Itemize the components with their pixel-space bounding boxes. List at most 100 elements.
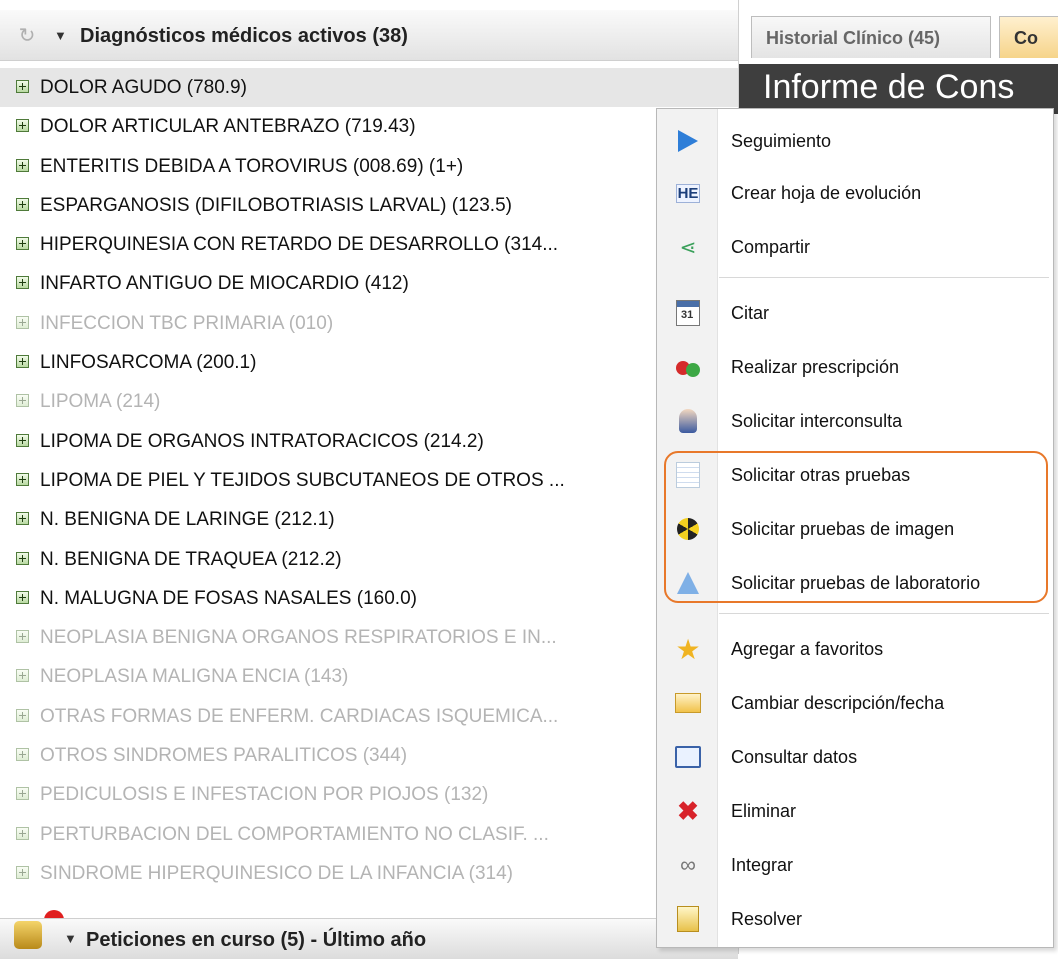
diagnosis-row[interactable]: ESPARGANOSIS (DIFILOBOTRIASIS LARVAL) (1… bbox=[0, 186, 738, 225]
menu-item-consultar-datos[interactable]: Consultar datos bbox=[657, 731, 1053, 783]
menu-item-label: Compartir bbox=[731, 237, 811, 257]
diagnosis-label: LIPOMA DE PIEL Y TEJIDOS SUBCUTANEOS DE … bbox=[40, 469, 565, 491]
diagnosis-label: N. BENIGNA DE TRAQUEA (212.2) bbox=[40, 548, 342, 570]
menu-item-citar[interactable]: Citar bbox=[657, 287, 1053, 339]
diagnosis-label: ESPARGANOSIS (DIFILOBOTRIASIS LARVAL) (1… bbox=[40, 194, 512, 216]
diagnosis-label: ENTERITIS DEBIDA A TOROVIRUS (008.69) (1… bbox=[40, 155, 464, 177]
expand-plus-icon[interactable] bbox=[16, 787, 29, 801]
diagnosis-row[interactable]: LINFOSARCOMA (200.1) bbox=[0, 343, 738, 382]
expand-plus-icon[interactable] bbox=[16, 355, 29, 369]
document-title-bar: Informe de Cons bbox=[739, 64, 1058, 114]
diagnosis-label: NEOPLASIA MALIGNA ENCIA (143) bbox=[40, 666, 349, 688]
diagnosis-row[interactable]: NEOPLASIA BENIGNA ORGANOS RESPIRATORIOS … bbox=[0, 618, 738, 657]
diagnosis-row[interactable]: NEOPLASIA MALIGNA ENCIA (143) bbox=[0, 657, 738, 696]
diagnosis-label: LIPOMA DE ORGANOS INTRATORACICOS (214.2) bbox=[40, 430, 484, 452]
diagnosis-row[interactable]: PEDICULOSIS E INFESTACION POR PIOJOS (13… bbox=[0, 775, 738, 814]
diagnosis-label: DOLOR AGUDO (780.9) bbox=[40, 77, 247, 98]
expand-plus-icon[interactable] bbox=[16, 433, 29, 447]
diagnosis-row[interactable]: ENTERITIS DEBIDA A TOROVIRUS (008.69) (1… bbox=[0, 147, 738, 186]
menu-item-compartir[interactable]: ⋖ Compartir bbox=[657, 221, 1053, 273]
menu-item-resolver[interactable]: Resolver bbox=[657, 893, 1053, 945]
expand-plus-icon[interactable] bbox=[16, 80, 29, 93]
expand-plus-icon[interactable] bbox=[16, 748, 29, 762]
menu-item-label: Cambiar descripción/fecha bbox=[731, 693, 945, 713]
expand-plus-icon[interactable] bbox=[16, 590, 29, 604]
refresh-icon[interactable]: ↻ bbox=[14, 23, 40, 49]
panel-title: Peticiones en curso (5) - Último año bbox=[86, 929, 427, 951]
menu-item-seguimiento[interactable]: Seguimiento bbox=[657, 115, 1053, 167]
menu-item-eliminar[interactable]: ✖ Eliminar bbox=[657, 785, 1053, 837]
diagnosis-row[interactable]: LIPOMA DE ORGANOS INTRATORACICOS (214.2) bbox=[0, 422, 738, 461]
menu-item-solicitar-interconsulta[interactable]: Solicitar interconsulta bbox=[657, 395, 1053, 447]
expand-plus-icon[interactable] bbox=[16, 197, 29, 211]
menu-item-integrar[interactable]: ∞ Integrar bbox=[657, 839, 1053, 891]
diagnosis-row[interactable]: N. BENIGNA DE TRAQUEA (212.2) bbox=[0, 540, 738, 579]
diagnoses-panel-header[interactable]: ↻ ▼ Diagnósticos médicos activos (38) bbox=[0, 10, 738, 61]
diagnosis-row[interactable]: OTROS SINDROMES PARALITICOS (344) bbox=[0, 736, 738, 775]
menu-item-realizar-prescripción[interactable]: Realizar prescripción bbox=[657, 341, 1053, 393]
expand-plus-icon[interactable] bbox=[16, 512, 29, 526]
expand-plus-icon[interactable] bbox=[16, 276, 29, 290]
menu-item-label: Crear hoja de evolución bbox=[731, 183, 922, 203]
diagnosis-row[interactable]: LIPOMA (214) bbox=[0, 382, 738, 421]
collapse-caret-icon[interactable]: ▼ bbox=[64, 931, 77, 946]
diagnosis-row[interactable]: INFECCION TBC PRIMARIA (010) bbox=[0, 304, 738, 343]
menu-item-agregar-a-favoritos[interactable]: ★ Agregar a favoritos bbox=[657, 623, 1053, 675]
diagnosis-label: HIPERQUINESIA CON RETARDO DE DESARROLLO … bbox=[40, 234, 559, 256]
menu-item-label: Consultar datos bbox=[731, 747, 858, 767]
tab-historial-clinico[interactable]: Historial Clínico (45) bbox=[751, 16, 991, 58]
expand-plus-icon[interactable] bbox=[16, 669, 29, 683]
diagnoses-panel: ↻ ▼ Diagnósticos médicos activos (38) DO… bbox=[0, 0, 738, 959]
diagnosis-row[interactable]: OTRAS FORMAS DE ENFERM. CARDIACAS ISQUEM… bbox=[0, 697, 738, 736]
expand-plus-icon[interactable] bbox=[16, 119, 29, 133]
menu-item-crear-hoja-de-evolución[interactable]: HE Crear hoja de evolución bbox=[657, 167, 1053, 219]
diagnosis-row[interactable]: INFARTO ANTIGUO DE MIOCARDIO (412) bbox=[0, 264, 738, 303]
menu-separator bbox=[719, 277, 1049, 278]
menu-item-label: Resolver bbox=[731, 909, 803, 929]
diagnosis-label: OTROS SINDROMES PARALITICOS (344) bbox=[40, 745, 408, 767]
diagnosis-label: INFECCION TBC PRIMARIA (010) bbox=[40, 312, 334, 334]
diagnosis-row[interactable]: N. BENIGNA DE LARINGE (212.1) bbox=[0, 500, 738, 539]
diagnosis-label: PERTURBACION DEL COMPORTAMIENTO NO CLASI… bbox=[40, 823, 549, 845]
diagnosis-label: DOLOR ARTICULAR ANTEBRAZO (719.43) bbox=[40, 116, 416, 138]
menu-item-label: Eliminar bbox=[731, 801, 797, 821]
diagnosis-label: N. BENIGNA DE LARINGE (212.1) bbox=[40, 509, 335, 531]
menu-item-label: Realizar prescripción bbox=[731, 357, 900, 377]
document-title: Informe de Cons bbox=[763, 68, 1015, 106]
expand-plus-icon[interactable] bbox=[16, 315, 29, 329]
diagnosis-row[interactable]: LIPOMA DE PIEL Y TEJIDOS SUBCUTANEOS DE … bbox=[0, 461, 738, 500]
expand-plus-icon[interactable] bbox=[16, 865, 29, 879]
expand-plus-icon[interactable] bbox=[16, 472, 29, 486]
diagnosis-row[interactable]: N. MALUGNA DE FOSAS NASALES (160.0) bbox=[0, 579, 738, 618]
diagnosis-label: NEOPLASIA BENIGNA ORGANOS RESPIRATORIOS … bbox=[40, 627, 557, 649]
expand-plus-icon[interactable] bbox=[16, 708, 29, 722]
diagnosis-row[interactable]: PERTURBACION DEL COMPORTAMIENTO NO CLASI… bbox=[0, 815, 738, 854]
collapse-caret-icon[interactable]: ▼ bbox=[54, 23, 67, 49]
diagnosis-label: LINFOSARCOMA (200.1) bbox=[40, 352, 257, 374]
diagnosis-row[interactable]: SINDROME HIPERQUINESICO DE LA INFANCIA (… bbox=[0, 854, 738, 893]
expand-plus-icon[interactable] bbox=[16, 826, 29, 840]
tab-consulta[interactable]: Co bbox=[999, 16, 1058, 58]
he-icon: HE bbox=[675, 183, 701, 203]
folder-icon bbox=[675, 906, 701, 932]
diagnosis-label: SINDROME HIPERQUINESICO DE LA INFANCIA (… bbox=[40, 862, 513, 884]
expand-plus-icon[interactable] bbox=[16, 551, 29, 565]
diagnosis-row[interactable]: DOLOR AGUDO (780.9) bbox=[0, 68, 738, 108]
arrow-right-icon bbox=[675, 128, 701, 154]
expand-plus-icon[interactable] bbox=[16, 630, 29, 644]
menu-item-cambiar-descripción-fecha[interactable]: Cambiar descripción/fecha bbox=[657, 677, 1053, 729]
diagnosis-row[interactable]: HIPERQUINESIA CON RETARDO DE DESARROLLO … bbox=[0, 225, 738, 264]
menu-item-label: Integrar bbox=[731, 855, 794, 875]
calendar-icon bbox=[675, 300, 701, 326]
diagnosis-label: LIPOMA (214) bbox=[40, 391, 161, 413]
diagnosis-list: DOLOR AGUDO (780.9) DOLOR ARTICULAR ANTEB… bbox=[0, 68, 738, 893]
doctor-icon bbox=[675, 408, 701, 434]
expand-plus-icon[interactable] bbox=[16, 394, 29, 408]
diagnosis-row[interactable]: DOLOR ARTICULAR ANTEBRAZO (719.43) bbox=[0, 107, 738, 146]
expand-plus-icon[interactable] bbox=[16, 237, 29, 251]
delete-x-icon: ✖ bbox=[677, 795, 699, 826]
menu-item-label: Agregar a favoritos bbox=[731, 639, 884, 659]
link-icon: ∞ bbox=[680, 852, 696, 877]
requests-panel-header[interactable]: ▼ Peticiones en curso (5) - Último año bbox=[0, 918, 738, 959]
expand-plus-icon[interactable] bbox=[16, 158, 29, 172]
